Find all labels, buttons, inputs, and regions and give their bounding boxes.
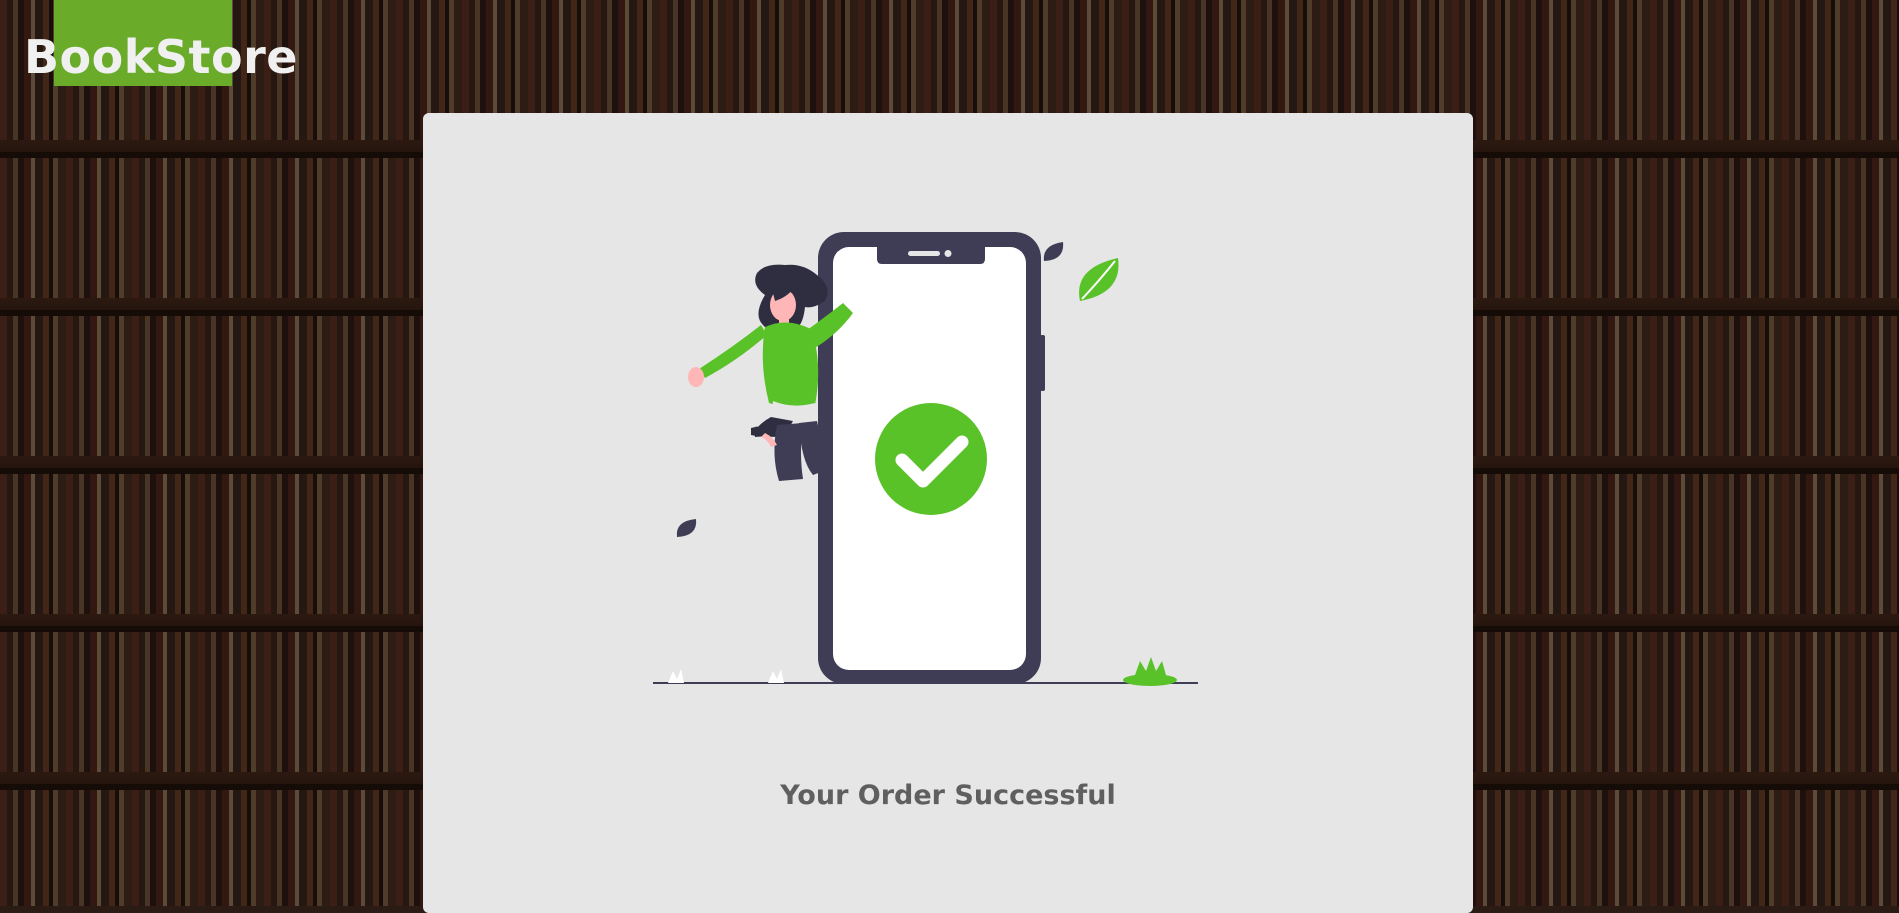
order-success-card: Your Order Successful — [423, 113, 1473, 913]
brand-logo[interactable]: BookStore — [24, 26, 298, 88]
grass-tuft-icon — [668, 669, 784, 683]
order-success-illustration — [653, 232, 1198, 686]
check-circle-icon — [875, 403, 987, 515]
green-plant-icon — [1123, 657, 1177, 686]
green-leaf-icon — [1079, 258, 1119, 301]
order-success-message: Your Order Successful — [780, 780, 1116, 811]
